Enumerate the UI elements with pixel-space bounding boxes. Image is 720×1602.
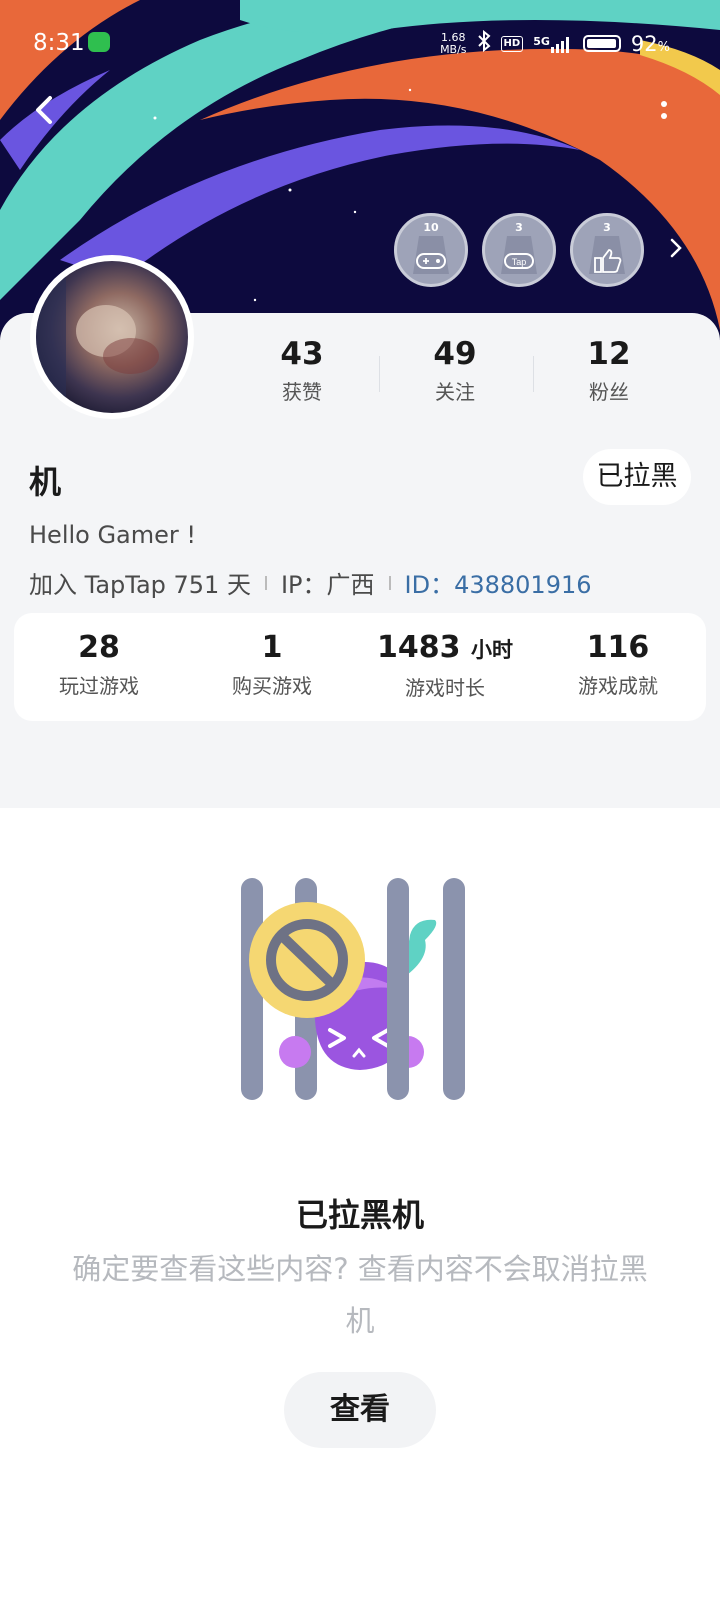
svg-text:Tap: Tap [512,257,527,267]
play-time-stat[interactable]: 1483 小时 游戏时长 [360,630,530,701]
blocked-button[interactable]: 已拉黑 [583,449,691,505]
badges-more-button[interactable] [668,235,684,261]
status-time: 8:31 [33,30,85,56]
play-time-label: 游戏时长 [405,676,485,700]
chevron-left-icon [36,96,52,124]
ip-location: IP：广西 [280,571,375,599]
avatar-image [36,261,188,413]
play-time-unit: 小时 [470,638,513,662]
username: 机 [29,463,62,501]
games-purchased-stat[interactable]: 1 购买游戏 [187,630,357,699]
gamepad-badge-icon [413,236,449,274]
following-count: 49 [433,336,477,372]
divider [533,356,534,392]
fans-label: 粉丝 [589,380,629,404]
user-id[interactable]: ID：438801916 [405,565,592,600]
blocked-illustration [230,870,490,1110]
battery-value: 92 [630,31,658,56]
battery-icon [582,35,621,52]
battery-unit: % [657,39,670,55]
network-speed: 1.68 MB/s [440,30,467,56]
view-content-button[interactable]: 查看 [284,1372,436,1448]
following-stat[interactable]: 49 关注 [395,336,515,405]
more-vertical-icon [661,101,667,119]
hd-badge: HD [500,35,524,52]
achievements-label: 游戏成就 [578,674,658,698]
chevron-right-icon [670,238,682,258]
games-purchased-label: 购买游戏 [232,674,312,698]
divider [379,356,380,392]
status-indicators: 1.68 MB/s HD 5G 92% [440,29,670,57]
blocked-description: 确定要查看这些内容? 查看内容不会取消拉黑机 [72,1252,648,1338]
play-time-value: 1483 [377,630,461,665]
avatar[interactable] [36,261,188,413]
back-button[interactable] [26,90,66,130]
achievement-badge-tap[interactable]: 3 Tap [482,213,556,287]
games-played-label: 玩过游戏 [59,674,139,698]
achievement-badge-thumbs[interactable]: 3 [570,213,644,287]
likes-count: 43 [280,336,324,372]
games-played-stat[interactable]: 28 玩过游戏 [14,630,184,699]
bio-text: Hello Gamer ! [29,521,197,549]
more-options-button[interactable] [650,94,674,128]
bluetooth-icon [477,29,491,57]
blocked-jail-icon [241,878,465,1100]
net-speed-value: 1.68 [441,30,466,44]
blocked-title: 已拉黑机 [295,1196,424,1234]
achievements-value: 116 [586,630,650,665]
signal-icon: 5G [533,35,573,53]
likes-stat[interactable]: 43 获赞 [242,336,362,405]
games-played-value: 28 [78,630,120,665]
tap-badge-icon: Tap [501,236,537,274]
fans-count: 12 [587,336,631,372]
following-label: 关注 [435,380,475,404]
games-purchased-value: 1 [261,630,283,665]
network-type: 5G [533,34,550,48]
wechat-notification-icon [88,32,110,52]
likes-label: 获赞 [282,380,322,404]
profile-meta: 加入 TapTap 751 天 IP：广西 ID：438801916 [29,565,592,600]
meta-separator [264,575,267,590]
thumbs-up-badge-icon [589,236,625,274]
net-speed-unit: MB/s [440,42,467,56]
achievement-badge-gamepad[interactable]: 10 [394,213,468,287]
achievements-stat[interactable]: 116 游戏成就 [533,630,703,699]
fans-stat[interactable]: 12 粉丝 [549,336,669,405]
battery-percentage: 92% [631,32,670,56]
join-days: 加入 TapTap 751 天 [29,571,251,599]
meta-separator [388,575,391,590]
